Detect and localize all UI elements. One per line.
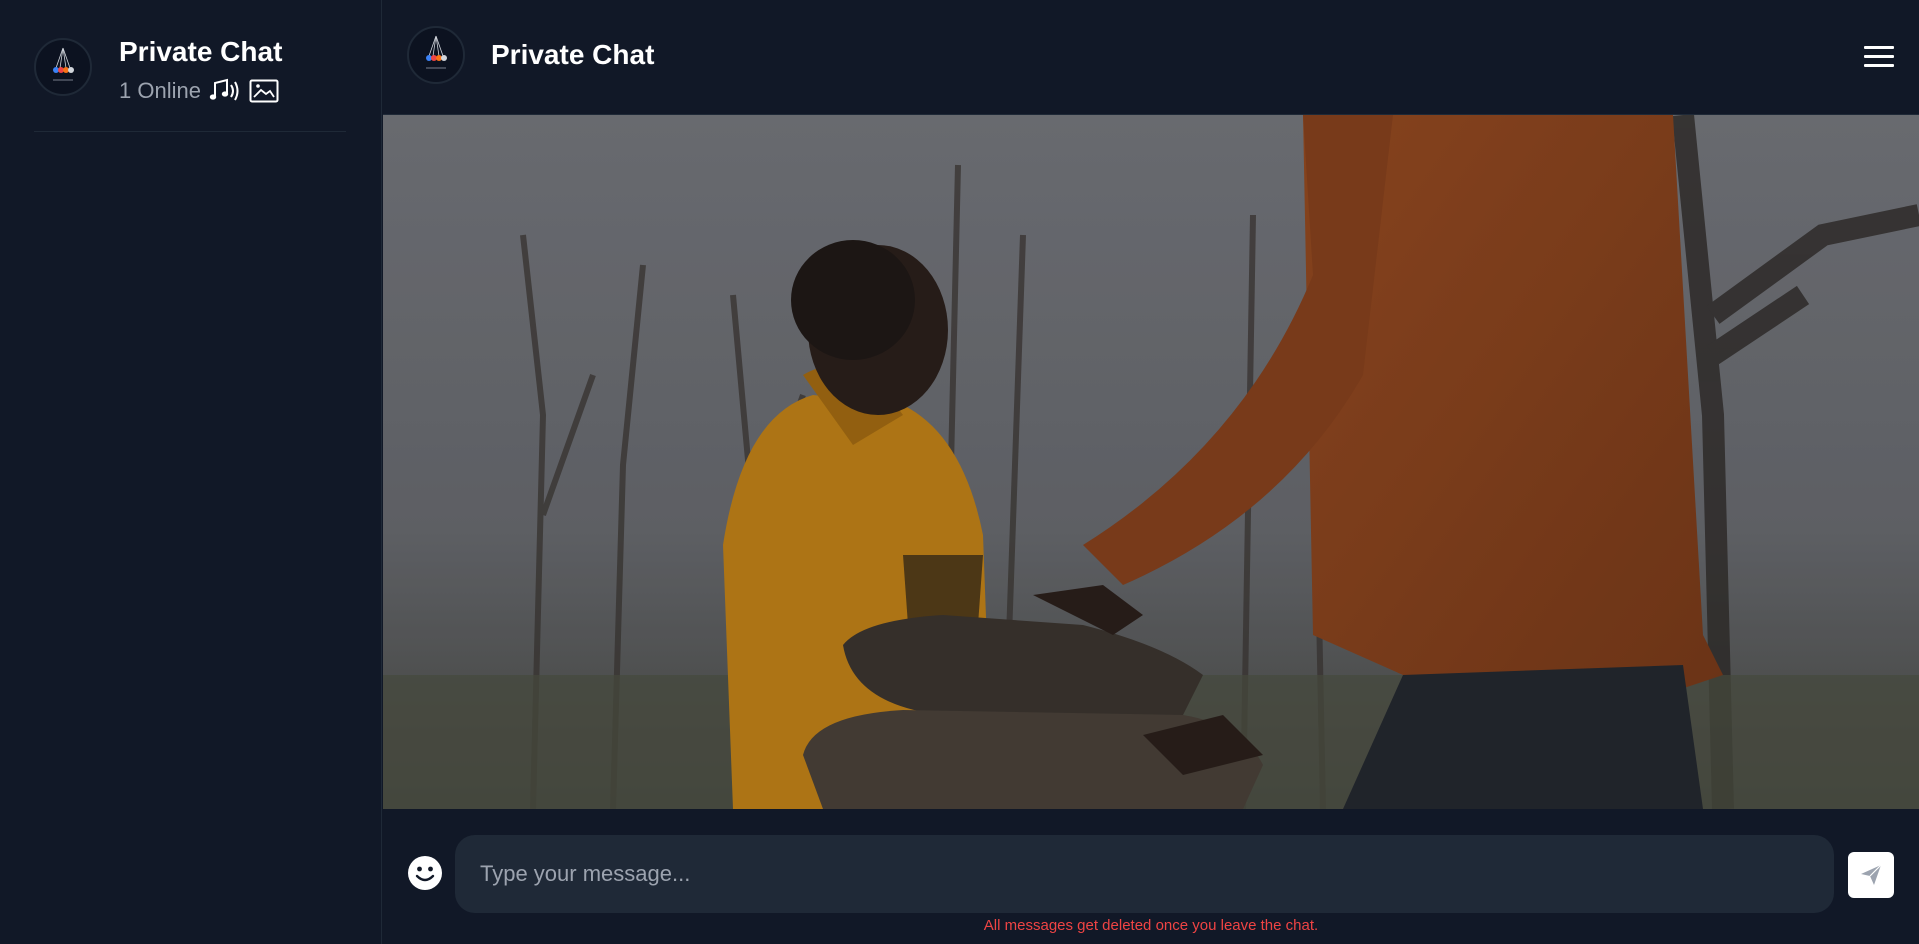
- chat-panel: Private Chat Type your message... All me…: [383, 0, 1919, 944]
- menu-button[interactable]: [1859, 38, 1899, 74]
- message-input[interactable]: [455, 835, 1834, 913]
- chat-header: Private Chat: [383, 0, 1919, 115]
- send-button[interactable]: [1848, 852, 1894, 898]
- sidebar-status: 1 Online: [119, 76, 279, 106]
- hamburger-menu-icon: [1864, 45, 1894, 49]
- ephemeral-notice: All messages get deleted once you leave …: [983, 917, 1319, 934]
- online-count: 1 Online: [119, 78, 201, 103]
- sidebar-title: Private Chat: [119, 36, 283, 67]
- music-notes-icon[interactable]: [209, 77, 243, 105]
- message-composer: All messages get deleted once you leave …: [383, 809, 1919, 944]
- paper-plane-icon: [1861, 864, 1882, 885]
- room-logo: [34, 38, 92, 96]
- smiley-icon[interactable]: [407, 855, 443, 891]
- sidebar-header: Private Chat 1 Online: [34, 34, 346, 132]
- image-icon[interactable]: [249, 79, 279, 103]
- chat-title: Private Chat: [491, 39, 655, 70]
- chat-logo: [407, 26, 465, 84]
- app: Private Chat 1 Online Private Chat Type …: [0, 0, 1919, 944]
- sidebar: Private Chat 1 Online: [0, 0, 382, 944]
- chat-background: [383, 115, 1919, 809]
